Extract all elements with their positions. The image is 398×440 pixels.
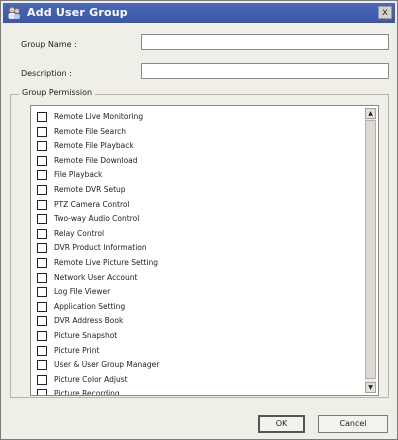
users-icon	[8, 7, 20, 19]
permission-label: User & User Group Manager	[54, 360, 160, 370]
permission-label: Remote DVR Setup	[54, 185, 126, 194]
list-scrollbar[interactable]: ▲ ▼	[365, 108, 376, 393]
permission-label: Application Setting	[54, 301, 126, 311]
description-label: Description :	[21, 69, 72, 78]
add-user-group-dialog: Add User Group x Group Name : Descriptio…	[0, 0, 398, 440]
permission-label: Relay Control	[54, 228, 105, 238]
permission-label: Picture Print	[54, 345, 100, 355]
permission-checkbox[interactable]	[37, 301, 47, 312]
permission-checkbox[interactable]	[37, 360, 47, 371]
permission-label: Remote Live Monitoring	[54, 112, 144, 121]
permission-checkbox[interactable]	[37, 374, 47, 385]
permission-label: PTZ Camera Control	[54, 199, 130, 209]
permission-label: Remote File Playback	[54, 141, 134, 151]
permission-label: File Playback	[54, 170, 103, 180]
permission-label: Log File Viewer	[54, 287, 111, 297]
permission-label: DVR Product Information	[54, 243, 147, 253]
permission-checkbox[interactable]	[37, 228, 47, 239]
cancel-button[interactable]: Cancel	[318, 415, 388, 433]
permission-label: Two-way Audio Control	[54, 214, 140, 224]
permission-label: DVR Address Book	[54, 316, 124, 326]
permission-checkbox[interactable]	[37, 185, 47, 195]
permission-checkbox[interactable]	[37, 126, 47, 137]
permission-checkbox[interactable]	[37, 258, 47, 268]
ok-button[interactable]: OK	[258, 415, 305, 433]
permission-checkbox[interactable]	[37, 287, 47, 298]
group-name-label: Group Name :	[21, 40, 77, 49]
permission-label: Remote File Download	[54, 155, 138, 165]
permission-checkbox[interactable]	[37, 112, 47, 122]
permission-checkbox[interactable]	[37, 389, 47, 395]
permission-checkbox[interactable]	[37, 199, 47, 210]
arrow-down-icon: ▼	[368, 384, 373, 391]
window-title: Add User Group	[27, 6, 128, 19]
permission-label: Network User Account	[54, 272, 138, 282]
scroll-thumb[interactable]	[365, 120, 376, 379]
permission-checkbox[interactable]	[37, 345, 47, 356]
permission-checkbox[interactable]	[37, 155, 47, 166]
permission-checkbox[interactable]	[37, 214, 47, 225]
group-name-input[interactable]	[141, 34, 389, 50]
permission-checkbox[interactable]	[37, 272, 47, 283]
permission-checkbox[interactable]	[37, 141, 47, 152]
permission-checkbox[interactable]	[37, 316, 47, 327]
permission-label: Picture Color Adjust	[54, 374, 128, 384]
permission-checkbox[interactable]	[37, 331, 47, 341]
scroll-down-button[interactable]: ▼	[365, 382, 376, 393]
permission-list[interactable]: Remote Live Monitoring Remote File Search…	[30, 105, 379, 396]
permission-checkbox[interactable]	[37, 170, 47, 181]
description-input[interactable]	[141, 63, 389, 79]
arrow-up-icon: ▲	[368, 110, 373, 117]
permission-label: Remote Live Picture Setting	[54, 258, 159, 267]
permission-label: Picture Snapshot	[54, 331, 118, 340]
permission-label: Picture Recording	[54, 389, 120, 396]
title-bar[interactable]: Add User Group x	[3, 3, 395, 23]
scroll-up-button[interactable]: ▲	[365, 108, 376, 119]
permission-label: Remote File Search	[54, 126, 127, 136]
close-icon: x	[382, 7, 388, 18]
permission-checkbox[interactable]	[37, 243, 47, 254]
group-permission-title: Group Permission	[19, 88, 96, 97]
close-button[interactable]: x	[378, 6, 392, 19]
